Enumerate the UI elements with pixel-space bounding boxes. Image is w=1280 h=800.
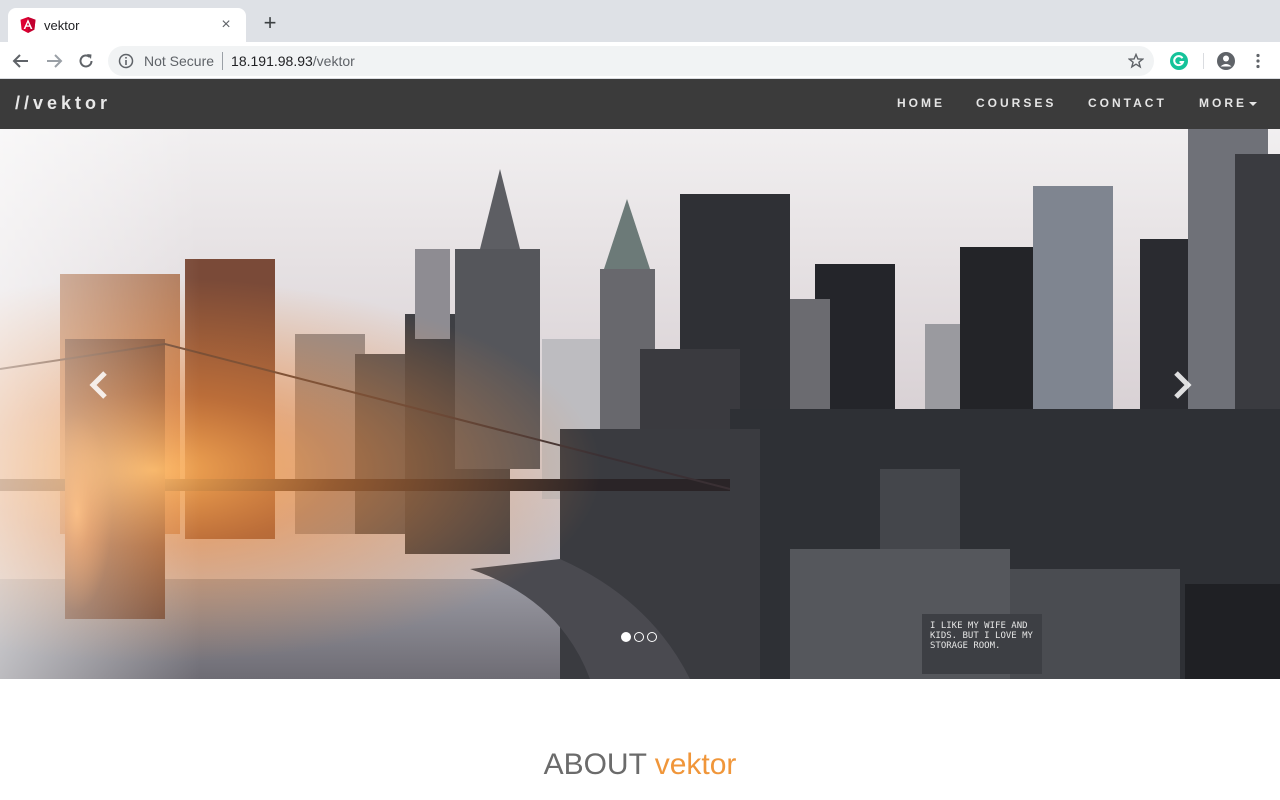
back-button[interactable] (10, 50, 32, 72)
tab-title: vektor (44, 17, 80, 33)
site-navbar: //vektor HOME COURSES CONTACT MORE (0, 79, 1280, 129)
forward-arrow-icon (47, 54, 63, 68)
angular-icon (20, 17, 36, 33)
about-heading-word: ABOUT (543, 748, 647, 781)
browser-toolbar: Not Secure 18.191.98.93/vektor (0, 42, 1280, 79)
billboard-text: I LIKE MY WIFE AND KIDS. BUT I LOVE MY S… (930, 621, 1033, 651)
info-icon[interactable] (118, 53, 134, 69)
about-heading-brand: vektor (654, 748, 737, 781)
nav-more-dropdown[interactable]: MORE (1199, 96, 1257, 110)
new-tab-button[interactable]: + (258, 12, 282, 36)
hero-carousel: I LIKE MY WIFE AND KIDS. BUT I LOVE MY S… (0, 129, 1280, 679)
address-bar[interactable]: Not Secure 18.191.98.93/vektor (108, 46, 1154, 76)
grammarly-icon[interactable] (1169, 51, 1189, 71)
menu-kebab-icon[interactable] (1248, 51, 1268, 71)
url-path: /vektor (312, 53, 355, 69)
reload-icon (79, 54, 93, 68)
carousel-next-icon[interactable] (1166, 369, 1196, 401)
caret-down-icon (1249, 101, 1257, 106)
nav-contact[interactable]: CONTACT (1088, 96, 1167, 110)
reload-button[interactable] (75, 50, 97, 72)
nav-more-label: MORE (1199, 96, 1247, 110)
browser-tab[interactable]: vektor × (8, 8, 246, 42)
city-skyline-image (0, 129, 1280, 679)
carousel-dot-3[interactable] (647, 632, 657, 642)
forward-button[interactable] (43, 50, 65, 72)
url-host: 18.191.98.93 (231, 53, 313, 69)
carousel-dot-2[interactable] (634, 632, 644, 642)
nav-courses[interactable]: COURSES (976, 96, 1056, 110)
bookmark-star-icon[interactable] (1128, 53, 1144, 69)
nav-home[interactable]: HOME (897, 96, 945, 110)
tab-close-icon[interactable]: × (218, 17, 234, 33)
security-status[interactable]: Not Secure (144, 53, 214, 69)
address-separator (222, 52, 224, 70)
site-brand[interactable]: //vektor (15, 93, 111, 114)
carousel-indicators (621, 632, 657, 642)
browser-tabstrip: vektor × + (0, 0, 1280, 42)
profile-icon[interactable] (1216, 51, 1236, 71)
back-arrow-icon (12, 54, 28, 68)
carousel-prev-icon[interactable] (85, 369, 115, 401)
about-heading: ABOUT vektor (0, 748, 1280, 782)
carousel-dot-1[interactable] (621, 632, 631, 642)
toolbar-separator (1203, 53, 1204, 69)
